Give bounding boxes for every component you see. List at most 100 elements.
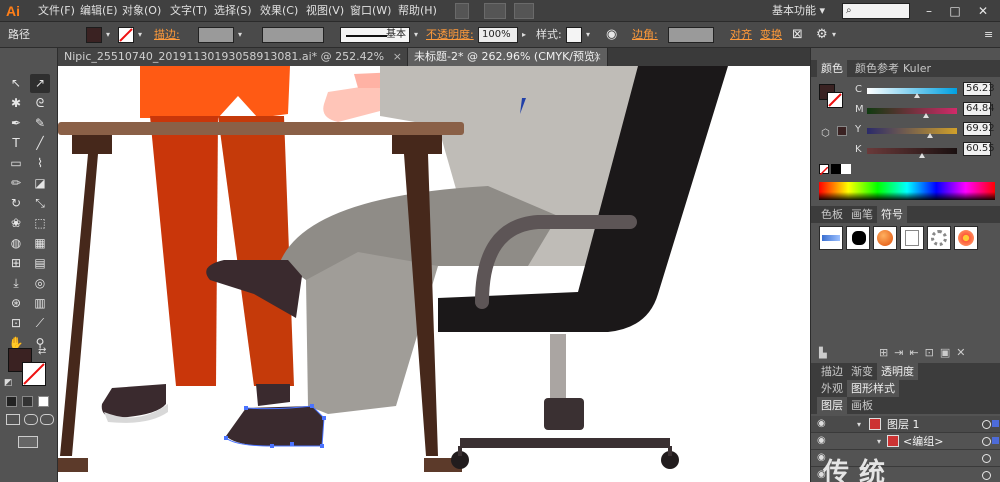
bridge-icon[interactable] (455, 3, 469, 19)
stroke-dropdown-icon[interactable]: ▾ (134, 27, 146, 43)
tab-stroke[interactable]: 描边 (817, 363, 847, 380)
menu-object[interactable]: 对象(O) (122, 0, 161, 22)
menu-edit[interactable]: 编辑(E) (80, 0, 118, 22)
rectangle-tool-icon[interactable]: ▭ (6, 154, 26, 173)
paintbrush-tool-icon[interactable]: ⌇ (30, 154, 50, 173)
none-swatch[interactable] (819, 164, 829, 176)
document-tab-nipic[interactable]: Nipic_25510740_20191130193058913081.ai* … (58, 48, 408, 81)
tab-gradient[interactable]: 渐变 (847, 363, 877, 380)
document-tab-untitled-2[interactable]: 未标题-2* @ 262.96% (CMYK/预览) × (408, 48, 608, 66)
draw-behind-icon[interactable] (24, 414, 38, 425)
magic-wand-tool-icon[interactable]: ✱ (6, 94, 26, 113)
stroke-label[interactable]: 描边: (154, 22, 180, 48)
artboard-tool-icon[interactable]: ⊡ (6, 314, 26, 333)
out-of-gamut-icon[interactable]: ⬡ (821, 128, 830, 139)
layer-selection-indicator[interactable] (992, 420, 999, 427)
artboard-canvas[interactable] (58, 66, 810, 482)
tab-color-guide[interactable]: 颜色参考 (851, 60, 903, 77)
selection-tool-icon[interactable]: ↖ (6, 74, 26, 93)
gradient-mode-icon[interactable] (22, 396, 33, 407)
tab-color[interactable]: 颜色 (817, 60, 847, 77)
channel-m-value[interactable]: 64.84 (963, 102, 995, 116)
blend-tool-icon[interactable]: ◎ (30, 274, 50, 293)
style-dropdown-icon[interactable]: ▾ (582, 27, 594, 43)
menu-window[interactable]: 窗口(W) (350, 0, 391, 22)
curvature-tool-icon[interactable]: ✎ (30, 114, 50, 133)
minimize-button[interactable]: – (920, 3, 938, 19)
tab-brushes[interactable]: 画笔 (847, 206, 877, 223)
slider-knob[interactable] (918, 153, 925, 158)
opacity-field[interactable]: 100% (478, 27, 518, 43)
channel-y-slider[interactable] (867, 128, 957, 138)
layer-target-icon[interactable] (982, 420, 991, 429)
menu-type[interactable]: 文字(T) (170, 0, 207, 22)
shape-builder-tool-icon[interactable]: ◍ (6, 234, 26, 253)
tab-swatches[interactable]: 色板 (817, 206, 847, 223)
slice-tool-icon[interactable]: ⟋ (30, 314, 50, 333)
close-tab-icon[interactable]: × (393, 48, 402, 66)
panel-options-icon[interactable]: ⚙ (816, 22, 828, 48)
default-colors-icon[interactable]: ◩ (4, 378, 13, 388)
stroke-weight-field[interactable] (198, 27, 234, 43)
group-name[interactable]: <编组> (903, 433, 943, 450)
pencil-tool-icon[interactable]: ✏ (6, 174, 26, 193)
channel-k-slider[interactable] (867, 148, 957, 158)
tab-artboards[interactable]: 画板 (847, 397, 877, 414)
none-mode-icon[interactable] (38, 396, 49, 407)
stroke-swatch[interactable] (118, 27, 134, 43)
channel-y-value[interactable]: 69.92 (963, 122, 995, 136)
opacity-label[interactable]: 不透明度: (426, 22, 474, 48)
draw-normal-icon[interactable] (6, 414, 20, 425)
color-mode-icon[interactable] (6, 396, 17, 407)
corner-label[interactable]: 边角: (632, 22, 658, 48)
layer-name[interactable]: 图层 1 (887, 416, 920, 433)
layer-target-icon[interactable] (982, 437, 991, 446)
white-swatch[interactable] (841, 164, 851, 174)
pen-tool-icon[interactable]: ✒ (6, 114, 26, 133)
screen-mode-icon[interactable] (18, 436, 38, 448)
tab-layers[interactable]: 图层 (817, 397, 847, 414)
symbol-orange-button[interactable] (873, 226, 897, 250)
channel-m-slider[interactable] (867, 108, 957, 118)
gamut-swatch[interactable] (837, 126, 847, 136)
color-panel-stroke[interactable] (827, 92, 843, 108)
slider-knob[interactable] (914, 93, 921, 98)
slider-knob[interactable] (922, 113, 929, 118)
symbol-sprayer-tool-icon[interactable]: ⊛ (6, 294, 26, 313)
color-spectrum-ramp[interactable] (819, 182, 995, 200)
direct-selection-tool-icon[interactable]: ↗ (30, 74, 50, 93)
tab-symbols[interactable]: 符号 (877, 206, 907, 223)
symbol-library-icon[interactable]: ▙ (819, 348, 827, 359)
symbol-blue-stroke[interactable] (819, 226, 843, 250)
eraser-tool-icon[interactable]: ◪ (30, 174, 50, 193)
mesh-tool-icon[interactable]: ⊞ (6, 254, 26, 273)
workspace-switcher[interactable]: 基本功能 ▾ (772, 0, 825, 22)
graphic-style-swatch[interactable] (566, 27, 582, 43)
menu-effect[interactable]: 效果(C) (260, 0, 298, 22)
layer-target-icon[interactable] (982, 471, 991, 480)
brush-dropdown-icon[interactable]: ▾ (410, 27, 422, 43)
channel-k-value[interactable]: 60.55 (963, 142, 995, 156)
search-input[interactable]: ⌕ (842, 3, 910, 19)
brush-definition-field[interactable]: 基本 (340, 27, 410, 43)
line-tool-icon[interactable]: ╱ (30, 134, 50, 153)
layer-target-icon[interactable] (982, 454, 991, 463)
symbol-flower[interactable] (954, 226, 978, 250)
symbol-panel-buttons[interactable]: ⊞⇥⇤⊡▣✕ (879, 346, 971, 359)
expand-triangle-icon[interactable]: ▾ (877, 437, 881, 446)
gradient-tool-icon[interactable]: ▤ (30, 254, 50, 273)
visibility-eye-icon[interactable]: ◉ (817, 436, 829, 446)
eyedropper-tool-icon[interactable]: ⤓ (6, 274, 26, 293)
stroke-weight-dropdown-icon[interactable]: ▾ (234, 27, 246, 43)
warp-tool-icon[interactable]: ❀ (6, 214, 26, 233)
menu-select[interactable]: 选择(S) (214, 0, 252, 22)
close-tab-icon[interactable]: × (593, 48, 602, 66)
scale-tool-icon[interactable]: ⤡ (30, 194, 50, 213)
slider-knob[interactable] (927, 133, 933, 138)
stroke-color-box[interactable] (22, 362, 46, 386)
arrange-documents-icon[interactable] (484, 3, 506, 19)
expand-triangle-icon[interactable]: ▾ (857, 420, 861, 429)
menu-file[interactable]: 文件(F) (38, 0, 75, 22)
channel-c-slider[interactable] (867, 88, 957, 98)
recolor-icon[interactable]: ◉ (606, 22, 617, 48)
